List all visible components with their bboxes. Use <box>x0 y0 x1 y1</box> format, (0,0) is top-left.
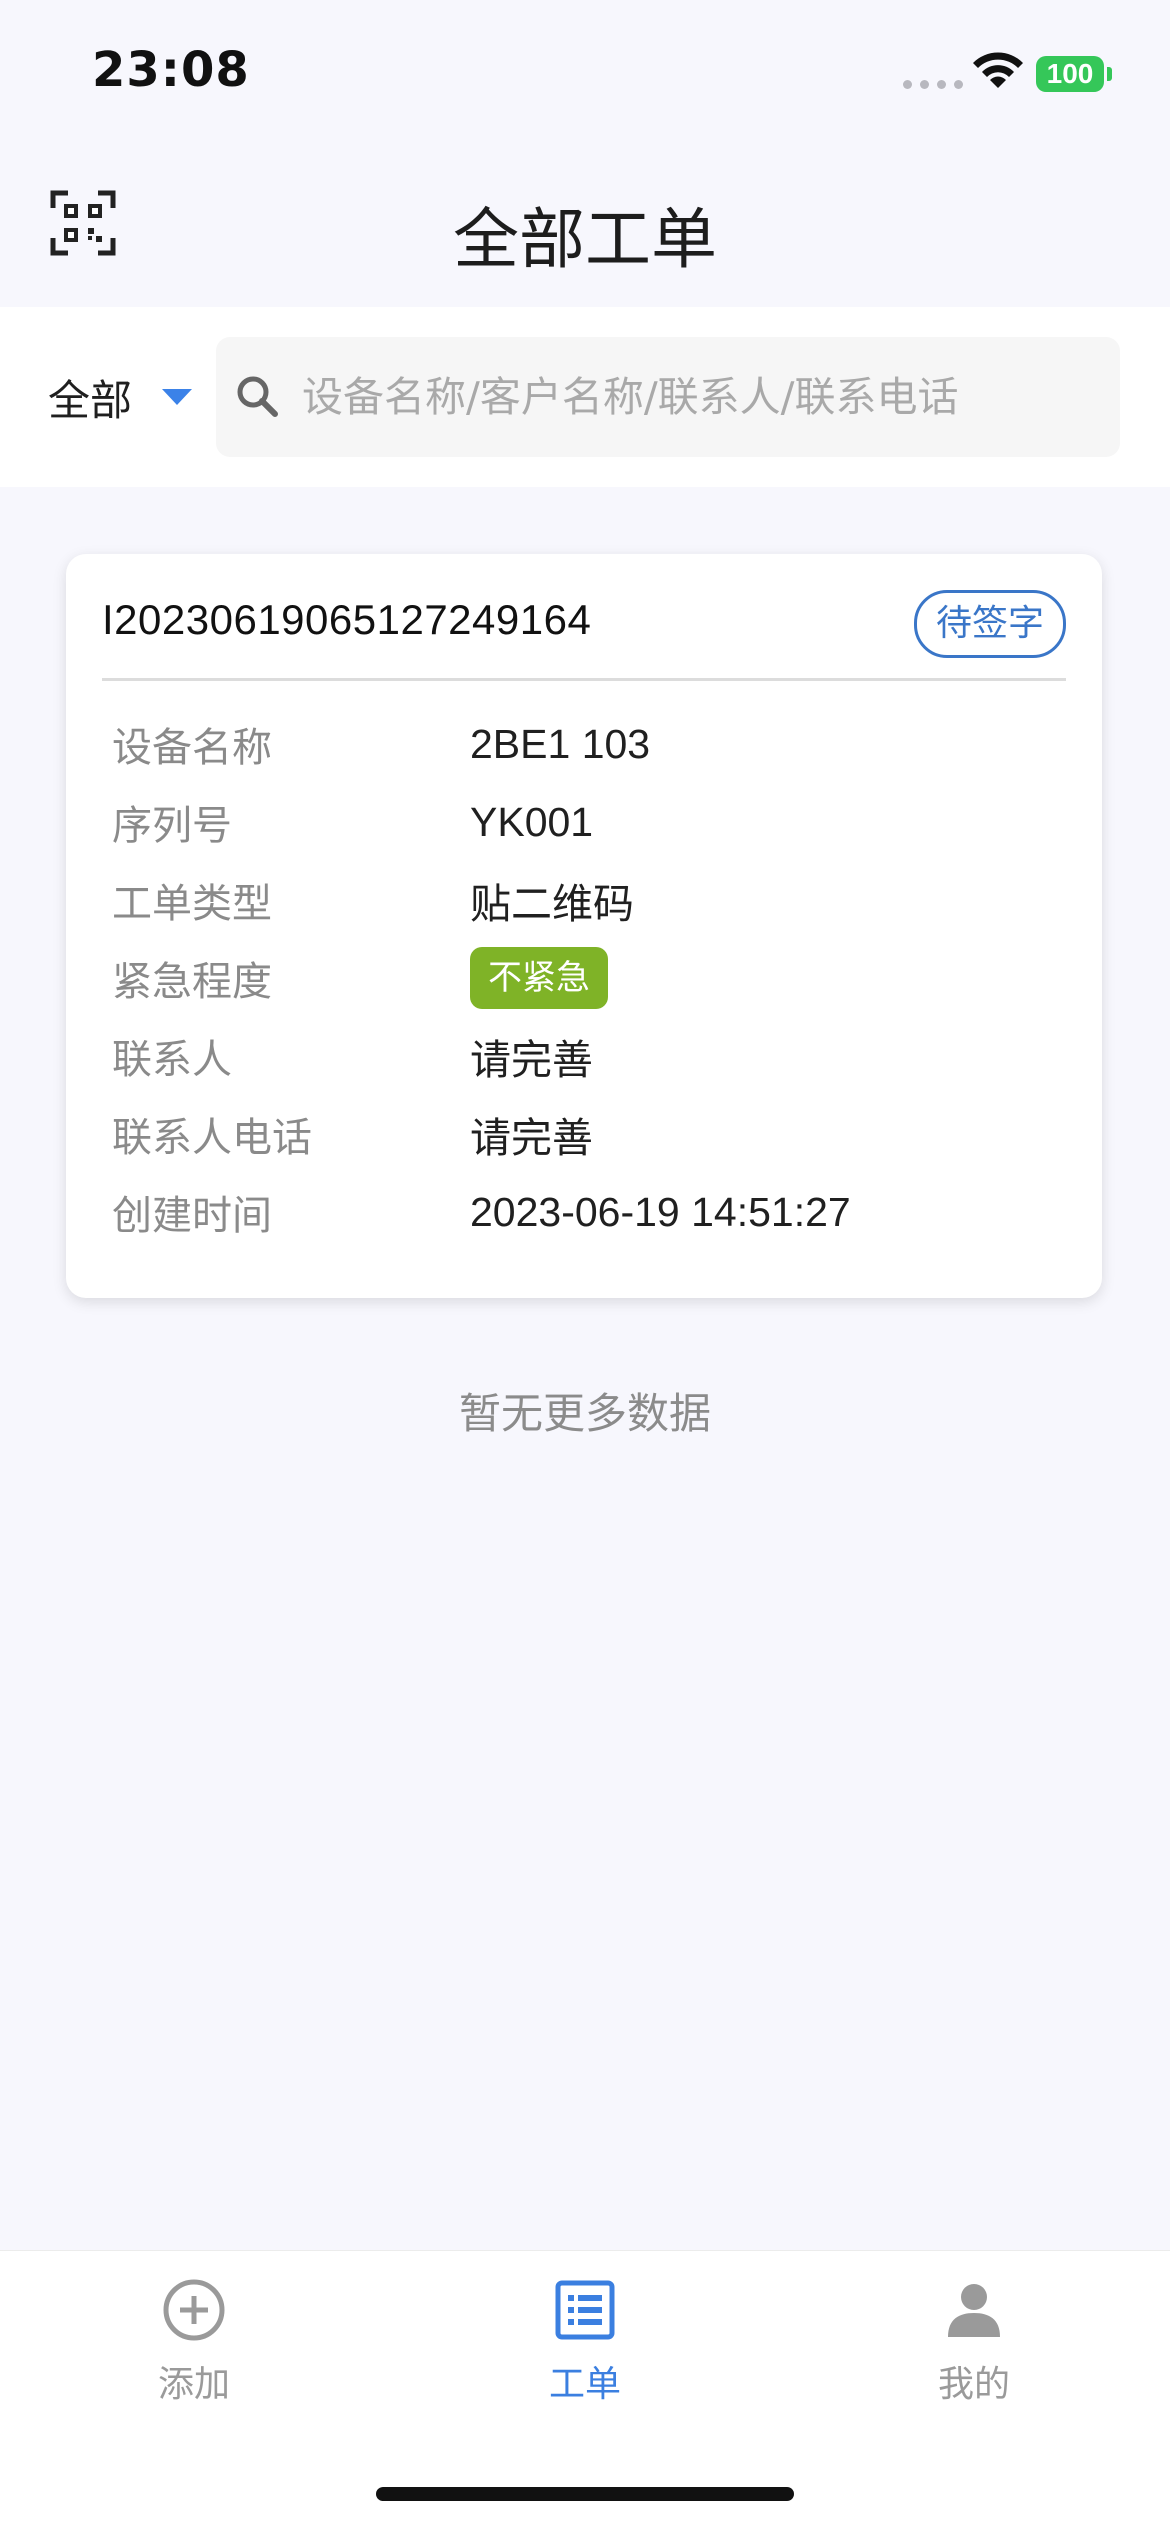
search-icon <box>237 376 278 417</box>
person-icon <box>948 2284 1000 2337</box>
detail-row-serial-number: 序列号 YK001 <box>112 792 1062 852</box>
status-badge: 待签字 <box>914 590 1066 658</box>
status-filter-dropdown[interactable]: 全部 <box>48 367 193 427</box>
detail-label: 紧急程度 <box>112 959 272 1005</box>
card-header: I20230619065127249164 待签字 <box>102 554 1066 681</box>
detail-value: 2BE1 103 <box>470 720 651 767</box>
detail-row-device-name: 设备名称 2BE1 103 <box>112 714 1062 774</box>
urgency-tag: 不紧急 <box>470 947 608 1009</box>
tab-profile[interactable]: 我的 <box>874 2275 1074 2407</box>
search-box[interactable] <box>216 337 1120 457</box>
detail-value: 请完善 <box>470 1037 593 1083</box>
list-icon <box>555 2280 615 2340</box>
cellular-signal-icon <box>903 80 963 89</box>
tab-add[interactable]: 添加 <box>94 2275 294 2407</box>
detail-value: 2023-06-19 14:51:27 <box>470 1188 851 1235</box>
detail-label: 序列号 <box>112 803 232 849</box>
search-input[interactable] <box>300 372 1084 422</box>
work-order-card[interactable]: I20230619065127249164 待签字 设备名称 2BE1 103 … <box>66 554 1102 1298</box>
add-circle-icon <box>163 2279 225 2341</box>
filter-selected-label: 全部 <box>48 375 133 425</box>
detail-row-created-time: 创建时间 2023-06-19 14:51:27 <box>112 1182 1062 1242</box>
detail-label: 联系人电话 <box>112 1115 312 1161</box>
no-more-data-hint: 暂无更多数据 <box>458 1389 711 1438</box>
page-title: 全部工单 <box>453 201 717 278</box>
filter-bar: 全部 <box>0 307 1170 487</box>
tab-work-orders[interactable]: 工单 <box>485 2275 685 2407</box>
detail-value: YK001 <box>470 798 594 845</box>
tab-label: 添加 <box>157 2364 230 2405</box>
detail-row-contact: 联系人 请完善 <box>112 1026 1062 1086</box>
status-bar: 23:08 100 <box>0 0 1170 150</box>
detail-label: 设备名称 <box>112 725 272 771</box>
home-indicator[interactable] <box>376 2487 794 2501</box>
detail-label: 工单类型 <box>112 881 272 927</box>
detail-label: 创建时间 <box>112 1193 272 1239</box>
order-number: I20230619065127249164 <box>102 596 592 643</box>
detail-value: 贴二维码 <box>470 881 634 927</box>
detail-row-urgency: 紧急程度 不紧急 <box>112 947 1062 1009</box>
status-time: 23:08 <box>92 42 250 98</box>
detail-label: 联系人 <box>112 1037 232 1083</box>
caret-down-icon <box>162 389 193 405</box>
tab-label: 工单 <box>548 2364 621 2405</box>
battery-icon: 100 <box>1036 56 1104 92</box>
detail-row-order-type: 工单类型 贴二维码 <box>112 870 1062 930</box>
detail-row-contact-phone: 联系人电话 请完善 <box>112 1104 1062 1164</box>
battery-tip <box>1107 67 1112 81</box>
nav-bar: 全部工单 <box>0 150 1170 300</box>
tab-label: 我的 <box>937 2364 1010 2405</box>
wifi-icon <box>973 52 1023 88</box>
detail-value: 请完善 <box>470 1115 593 1161</box>
